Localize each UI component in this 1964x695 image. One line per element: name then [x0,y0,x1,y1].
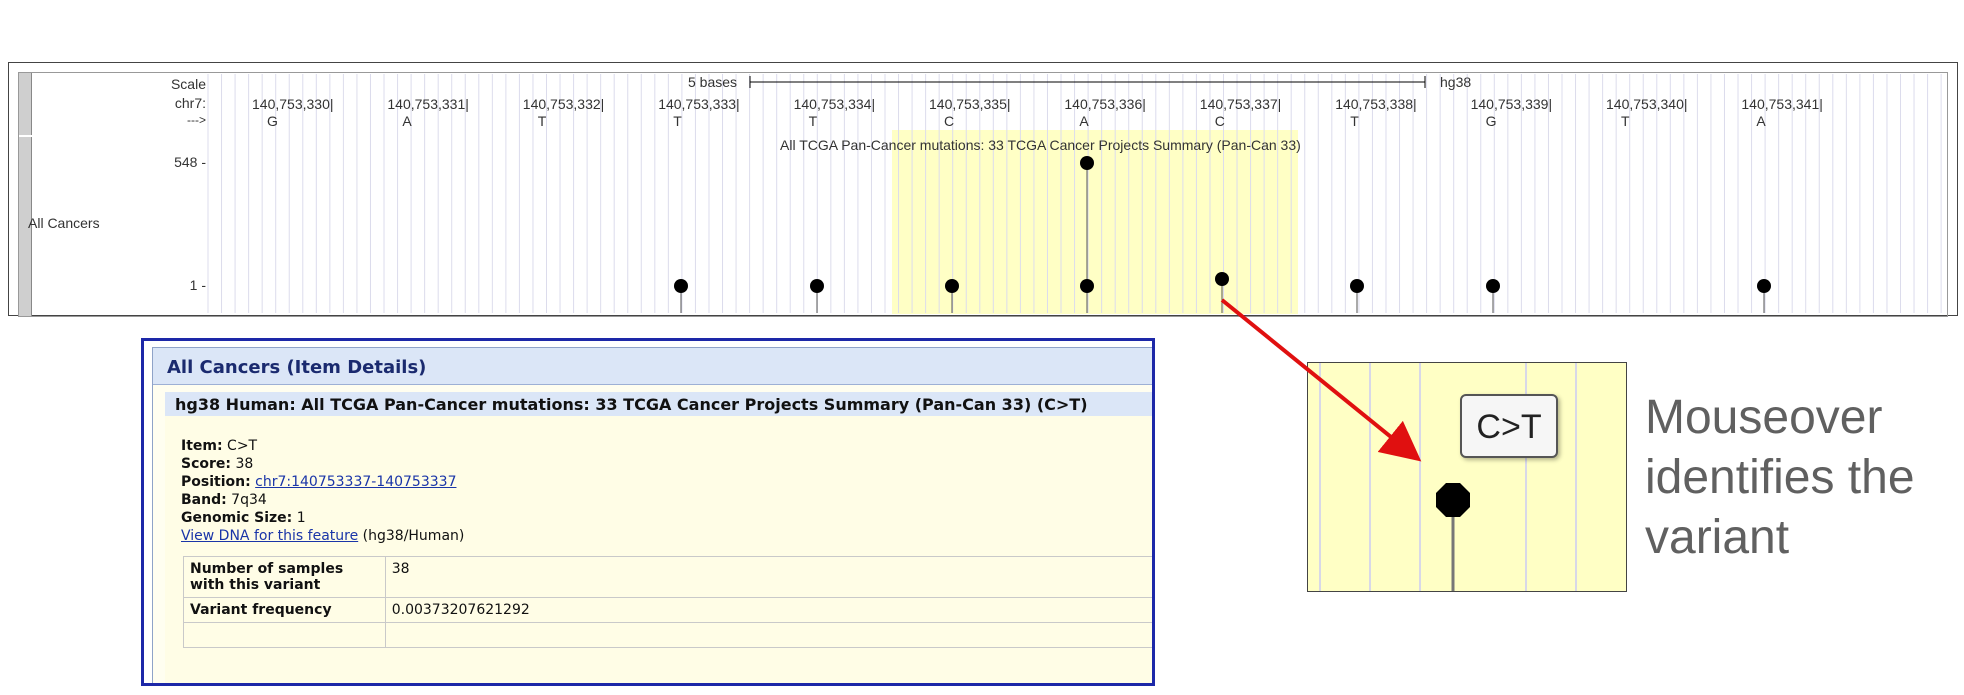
callout-arrow [1220,298,1422,462]
caption: Mouseover identifies the variant [1645,391,1915,564]
